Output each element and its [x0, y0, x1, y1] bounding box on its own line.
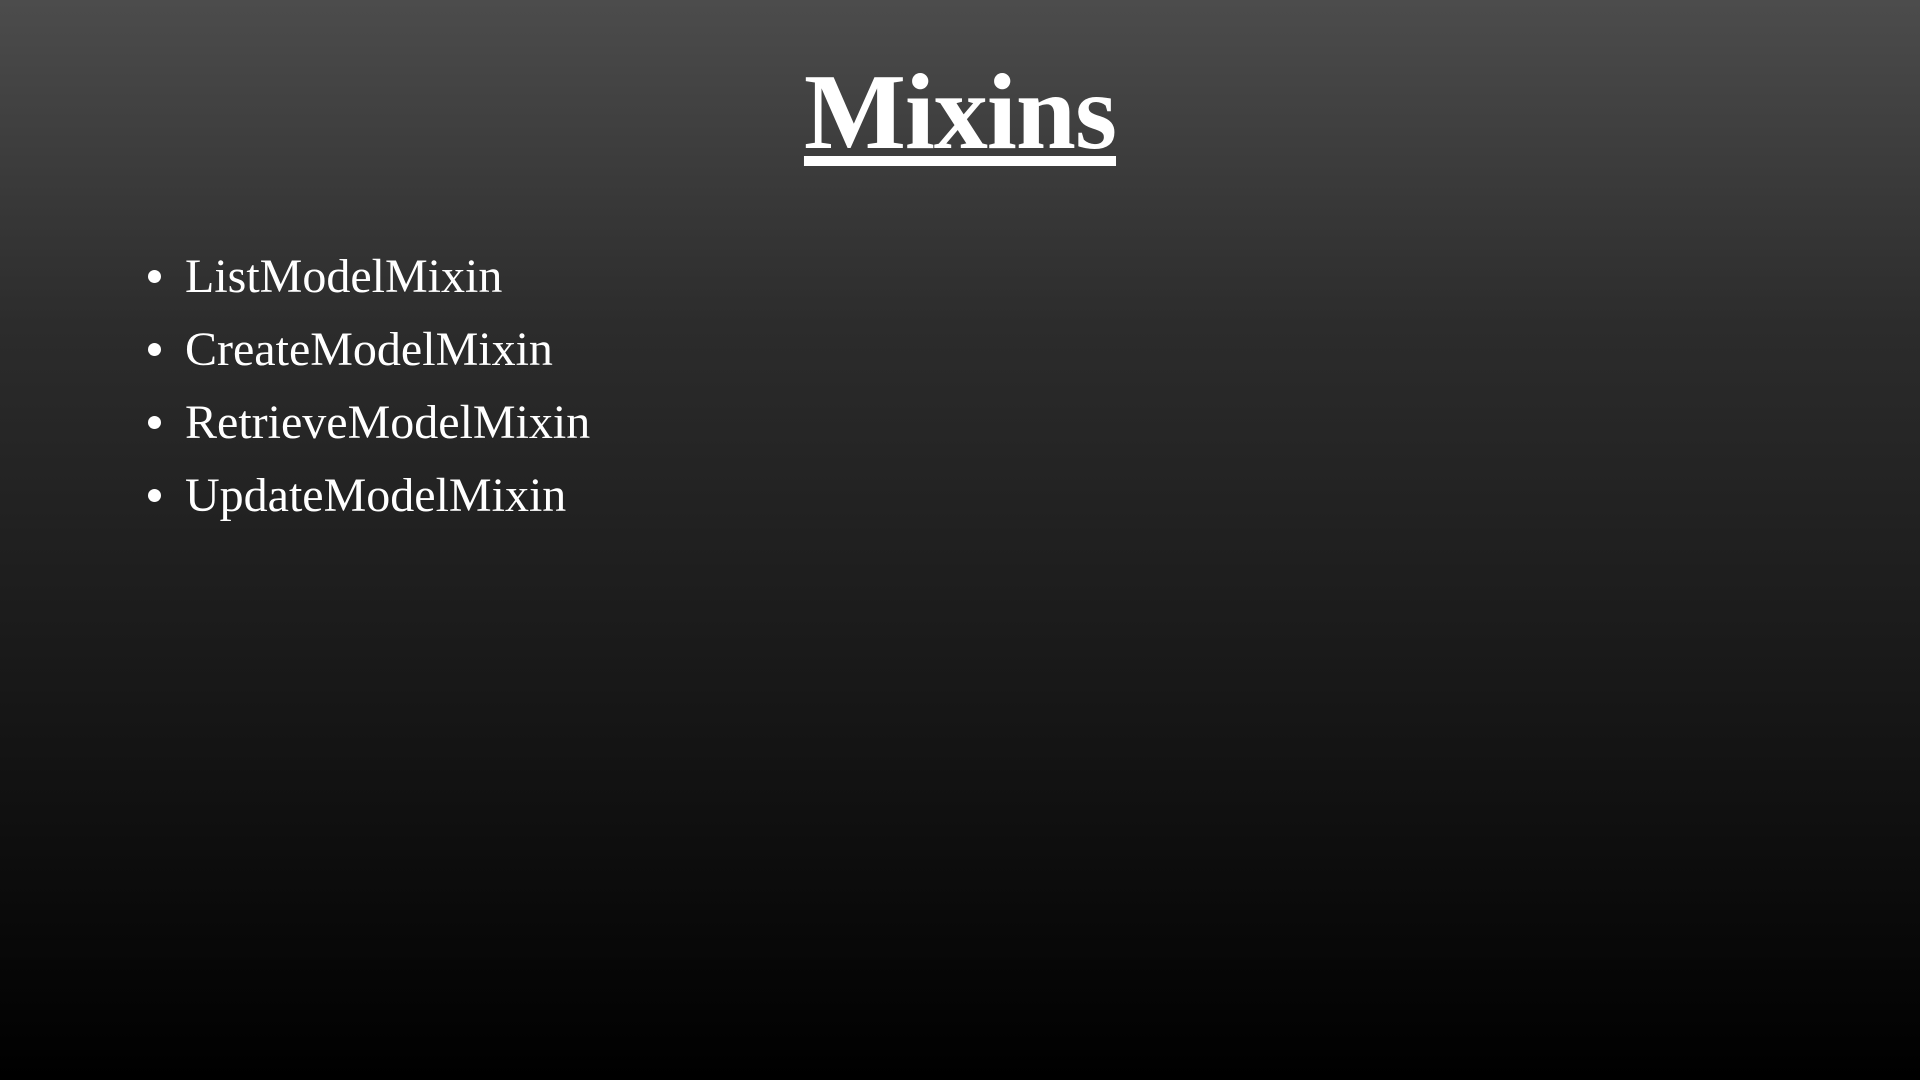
- slide-title: Mixins: [0, 48, 1920, 178]
- slide: Mixins ListModelMixin CreateModelMixin R…: [0, 0, 1920, 1080]
- list-item: ListModelMixin: [148, 240, 590, 313]
- bullet-text: UpdateModelMixin: [185, 469, 567, 522]
- list-item: UpdateModelMixin: [148, 459, 590, 532]
- bullet-text: ListModelMixin: [185, 250, 503, 303]
- bullet-text: CreateModelMixin: [185, 323, 553, 376]
- bullet-icon: [148, 270, 161, 283]
- bullet-text: RetrieveModelMixin: [185, 396, 591, 449]
- bullet-icon: [148, 343, 161, 356]
- bullet-icon: [148, 489, 161, 502]
- bullet-icon: [148, 416, 161, 429]
- list-item: RetrieveModelMixin: [148, 386, 590, 459]
- slide-title-text: Mixins: [803, 53, 1117, 172]
- bullet-list: ListModelMixin CreateModelMixin Retrieve…: [148, 240, 590, 532]
- list-item: CreateModelMixin: [148, 313, 590, 386]
